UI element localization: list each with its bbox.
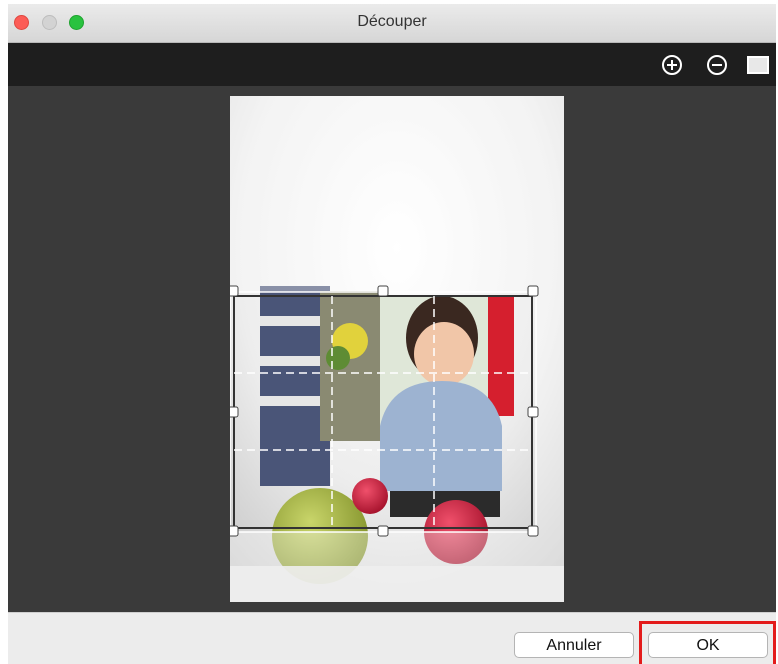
crop-dialog: Découper Annuler OK: [8, 4, 776, 664]
dialog-footer: Annuler OK: [8, 612, 776, 664]
fit-window-icon[interactable]: [746, 54, 770, 76]
zoom-out-icon[interactable]: [706, 54, 728, 76]
zoom-toolbar: [8, 43, 776, 86]
zoom-in-icon[interactable]: [661, 54, 683, 76]
ok-button-highlight: [639, 621, 776, 664]
image-canvas: [8, 86, 776, 612]
window-title: Découper: [357, 13, 427, 30]
photo-image: [230, 96, 564, 602]
photo-preview: [230, 96, 564, 602]
title-bar: Découper: [8, 4, 776, 43]
cancel-button[interactable]: Annuler: [514, 632, 634, 658]
